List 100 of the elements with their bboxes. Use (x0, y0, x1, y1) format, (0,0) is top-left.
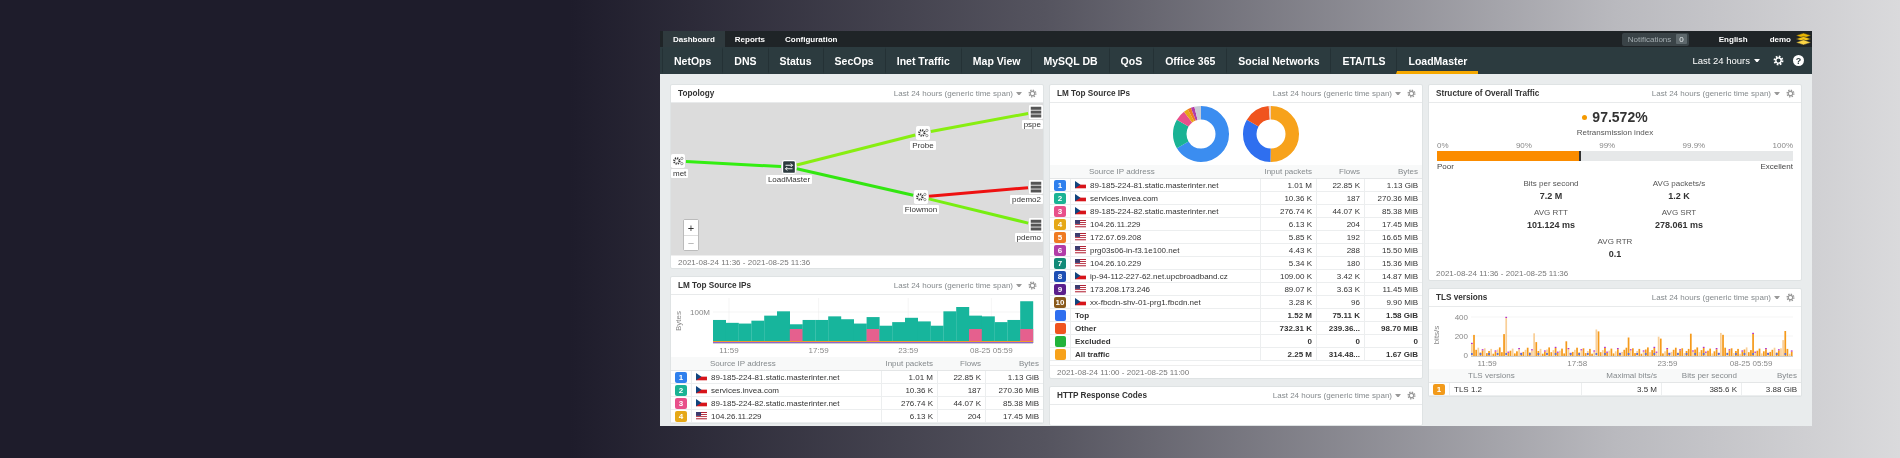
user-menu[interactable]: demo (1769, 34, 1791, 44)
flows-value: 288 (1346, 245, 1360, 255)
column-header: Bytes (1397, 167, 1419, 176)
menu-tab[interactable]: Reports (724, 31, 776, 47)
total-label: Other (1075, 323, 1097, 333)
rank-badge: 6 (1054, 244, 1066, 256)
bytes-value: 1.58 GiB (1386, 310, 1418, 320)
nav-tab[interactable]: Status (767, 47, 823, 74)
nav-tab[interactable]: Inet Traffic (884, 47, 961, 74)
menu-tab[interactable]: Configuration (775, 31, 848, 47)
bytes-value: 270.36 MiB (1377, 193, 1418, 203)
column-header: Input packets (1263, 167, 1313, 176)
bytes-value: 85.38 MiB (1381, 206, 1418, 216)
tick-label: 17:58 (1567, 359, 1588, 368)
nav-tab[interactable]: Map View (960, 47, 1032, 74)
czech-flag-icon (1075, 298, 1086, 306)
host-name: 173.208.173.246 (1090, 284, 1151, 294)
metric-label: AVG RTR (1597, 237, 1633, 246)
bytes-value: 1.67 GiB (1386, 349, 1418, 359)
metric-label: AVG SRT (1661, 208, 1697, 217)
bytes-value: 3.88 GiB (1765, 384, 1797, 394)
packets-value: 10.36 K (905, 385, 933, 395)
time-span-dropdown[interactable]: Last 24 hours (generic time span) (1651, 89, 1780, 98)
menu-tab[interactable]: Dashboard (663, 31, 725, 47)
packets-value: 89.07 K (1284, 284, 1312, 294)
node-label[interactable]: Flowmon (902, 205, 940, 214)
time-range-dropdown[interactable]: Last 24 hours (1692, 55, 1760, 66)
time-range-label: 2021-08-24 11:00 - 2021-08-25 11:00 (1050, 365, 1422, 378)
node-label[interactable]: pdemo2 (1010, 195, 1043, 204)
caret-icon (1774, 295, 1780, 300)
rank-badge: 1 (1433, 383, 1445, 395)
gear-icon (916, 126, 930, 140)
time-span-dropdown[interactable]: Last 24 hours (generic time span) (1651, 293, 1780, 302)
host-name: 172.67.69.208 (1090, 232, 1142, 242)
max-value: 3.5 M (1637, 384, 1657, 394)
host-name: services.invea.com (1090, 193, 1159, 203)
packets-value: 276.74 K (900, 398, 933, 408)
time-span-dropdown[interactable]: Last 24 hours (generic time span) (893, 281, 1022, 290)
scale-label: 90% (1515, 141, 1532, 150)
nav-tab[interactable]: DNS (722, 47, 768, 74)
us-flag-icon (696, 412, 707, 420)
column-header: TLS versions (1467, 371, 1516, 380)
bytes-value: 16.65 MiB (1381, 232, 1418, 242)
flows-value: 314.48... (1328, 349, 1360, 359)
router-icon (782, 160, 796, 174)
nav-tab[interactable]: QoS (1108, 47, 1154, 74)
time-span-dropdown[interactable]: Last 24 hours (generic time span) (1272, 89, 1401, 98)
language-menu[interactable]: English (1718, 34, 1748, 44)
packets-value: 732.31 K (1279, 323, 1312, 333)
host-name: 89-185-224-81.static.masterinter.net (1090, 180, 1219, 190)
nav-tab[interactable]: SecOps (822, 47, 885, 74)
total-label: Excluded (1075, 336, 1111, 346)
packets-value: 6.13 K (909, 411, 933, 421)
help-button[interactable]: ? (1793, 55, 1804, 66)
metric-label: Bits per second (1523, 179, 1579, 188)
tick-label: 23:59 (1657, 359, 1678, 368)
panel-title: HTTP Response Codes (1057, 391, 1147, 400)
chart-bar (764, 315, 778, 343)
node-label[interactable]: pdemo (1014, 233, 1043, 242)
metric-label: AVG RTT (1534, 208, 1568, 217)
czech-flag-icon (1075, 207, 1086, 215)
flows-value: 75.11 K (1332, 310, 1360, 320)
node-label[interactable]: LoadMaster (765, 175, 813, 184)
node-label[interactable]: Probe (910, 141, 936, 150)
flows-value: 204 (1346, 219, 1360, 229)
panel-title: TLS versions (1436, 293, 1488, 302)
flows-value: 44.07 K (953, 398, 981, 408)
bytes-value: 98.70 MiB (1381, 323, 1418, 333)
column-header: Maximal bits/s (1605, 371, 1658, 380)
host-name: TLS 1.2 (1454, 384, 1482, 394)
nav-tab[interactable]: ETA/TLS (1330, 47, 1397, 74)
nav-tab[interactable]: MySQL DB (1031, 47, 1109, 74)
packets-value: 6.13 K (1288, 219, 1312, 229)
host-name: 89-185-224-82.static.masterinter.net (711, 398, 840, 408)
scale-label: Poor (1437, 162, 1454, 171)
packets-value: 2.25 M (1287, 349, 1312, 359)
nav-tab[interactable]: LoadMaster (1396, 47, 1479, 74)
rank-badge: 9 (1054, 283, 1066, 295)
index-label: Retransmission index (1576, 128, 1654, 137)
node-label[interactable]: met (671, 169, 689, 178)
bytes-value: 15.50 MiB (1381, 245, 1418, 255)
packets-value: 5.85 K (1288, 232, 1312, 242)
time-span-dropdown[interactable]: Last 24 hours (generic time span) (893, 89, 1022, 98)
nav-tab[interactable]: NetOps (662, 47, 723, 74)
nav-tab[interactable]: Social Networks (1226, 47, 1331, 74)
packets-value: 1.01 M (908, 372, 933, 382)
rank-badge: 1 (1054, 179, 1066, 191)
column-header: Source IP address (709, 359, 777, 368)
bytes-value: 0 (1413, 336, 1418, 346)
rank-badge: 2 (675, 384, 687, 396)
packets-value: 5.34 K (1288, 258, 1312, 268)
time-span-dropdown[interactable]: Last 24 hours (generic time span) (1272, 391, 1401, 400)
node-label[interactable]: pspe (1021, 120, 1043, 129)
bytes-value: 17.45 MiB (1002, 411, 1039, 421)
flows-value: 204 (967, 411, 981, 421)
nav-tab[interactable]: Office 365 (1153, 47, 1227, 74)
caret-icon (1016, 283, 1022, 288)
donut-chart-drawing (1242, 105, 1300, 163)
notifications-button[interactable]: Notifications 0 (1621, 32, 1689, 46)
total-label: Top (1075, 310, 1090, 320)
